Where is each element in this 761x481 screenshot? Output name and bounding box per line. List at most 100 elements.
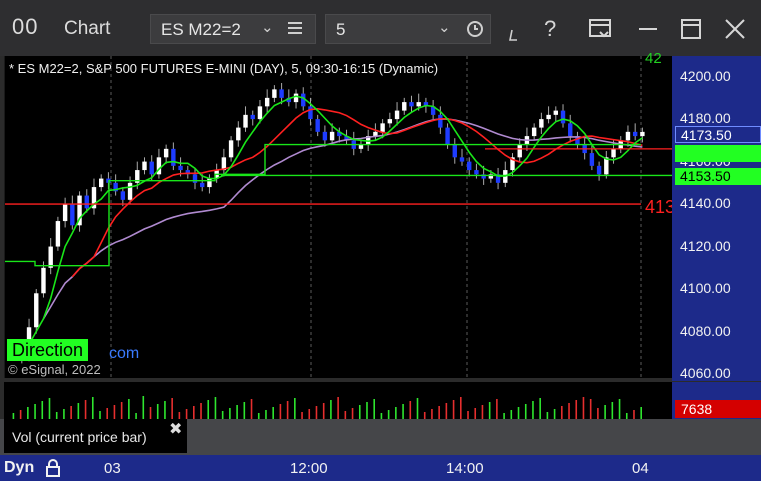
candle-body xyxy=(142,161,147,171)
volume-value-badge: 7638 xyxy=(675,400,761,418)
time-tick-label: 03 xyxy=(104,460,121,477)
time-tick-label: 04 xyxy=(632,460,649,477)
volume-bar xyxy=(236,405,238,419)
candle-body xyxy=(48,246,53,268)
volume-bar xyxy=(294,398,296,419)
candle-body xyxy=(272,89,277,98)
volume-bar xyxy=(438,406,440,419)
candle-body xyxy=(243,114,248,128)
interval-value: 5 xyxy=(336,20,346,39)
volume-legend[interactable]: Vol (current price bar) ✖ xyxy=(4,419,187,453)
volume-bar xyxy=(395,407,397,419)
time-axis[interactable]: Dyn 03 12:00 14:00 04 xyxy=(0,455,761,481)
candle-body xyxy=(387,119,393,124)
green-line-badge: 4153.50 xyxy=(675,168,761,185)
candle-body xyxy=(171,148,176,166)
price-tick-label: 4120.00 xyxy=(680,237,731,254)
candle-body xyxy=(445,127,450,145)
volume-bar xyxy=(481,405,484,419)
candle-body xyxy=(98,178,104,188)
chart-window: 00 Chart ES M22=2 ⌄ 5 ⌄ ? * ES M22=2, S&… xyxy=(0,0,761,481)
candle-body xyxy=(163,148,169,158)
volume-bar xyxy=(106,408,109,419)
direction-link-tail[interactable]: com xyxy=(109,345,139,363)
close-icon[interactable] xyxy=(724,18,746,45)
candle-body xyxy=(409,102,414,107)
candle-body xyxy=(308,106,313,120)
volume-bar xyxy=(431,409,433,419)
candle-body xyxy=(236,127,241,141)
volume-bar xyxy=(315,406,318,419)
volume-bar xyxy=(633,410,635,419)
candle-body xyxy=(394,110,400,120)
candle-body xyxy=(531,127,537,137)
volume-bar xyxy=(373,399,376,419)
list-icon[interactable] xyxy=(287,19,303,42)
top-partial-label: 42 xyxy=(645,50,662,67)
volume-bar xyxy=(214,397,217,419)
lock-icon[interactable] xyxy=(44,458,62,481)
volume-bar xyxy=(337,397,339,419)
candle-body xyxy=(553,110,559,115)
volume-bar xyxy=(423,412,426,419)
volume-bar xyxy=(27,407,29,419)
candle-body xyxy=(149,161,154,175)
volume-bar xyxy=(618,399,621,419)
volume-pane[interactable] xyxy=(4,382,672,419)
candle-body xyxy=(228,140,234,158)
copyright-text: © eSignal, 2022 xyxy=(8,362,101,377)
candle-body xyxy=(34,293,39,328)
volume-bar xyxy=(568,403,570,419)
draw-tool-icon[interactable] xyxy=(509,28,519,47)
price-axis[interactable]: 4200.004180.004160.004140.004120.004100.… xyxy=(672,56,761,381)
maximize-icon[interactable] xyxy=(680,18,702,45)
candle-body xyxy=(127,182,133,200)
volume-bar xyxy=(330,400,332,419)
candle-body xyxy=(200,182,205,188)
layout-menu-icon[interactable] xyxy=(588,17,612,46)
volume-bar xyxy=(250,399,253,419)
volume-bar xyxy=(70,406,72,419)
chart-description: * ES M22=2, S&P 500 FUTURES E-MINI (DAY)… xyxy=(9,61,439,76)
volume-bar xyxy=(272,407,274,419)
minimize-icon[interactable] xyxy=(637,18,659,45)
chevron-down-icon[interactable]: ⌄ xyxy=(261,18,274,36)
volume-bar xyxy=(164,401,166,419)
volume-bar xyxy=(524,404,527,419)
candle-body xyxy=(279,89,284,98)
price-tick-label: 4080.00 xyxy=(680,322,731,339)
dynamic-mode-label[interactable]: Dyn xyxy=(4,459,34,477)
candle-body xyxy=(560,110,566,124)
volume-bar xyxy=(582,397,585,419)
volume-bar xyxy=(604,405,606,419)
volume-bar xyxy=(34,404,36,419)
candle-body xyxy=(459,157,465,162)
candle-body xyxy=(438,114,443,128)
direction-label[interactable]: Direction xyxy=(7,339,89,361)
candle-body xyxy=(257,106,263,120)
price-chart-canvas[interactable] xyxy=(5,56,673,378)
candle-body xyxy=(517,144,522,158)
volume-bar xyxy=(553,409,556,419)
time-tick-label: 14:00 xyxy=(446,460,484,477)
volume-canvas[interactable] xyxy=(4,382,672,419)
symbol-selector[interactable]: ES M22=2 ⌄ xyxy=(150,14,316,44)
volume-bar xyxy=(496,399,498,419)
interval-selector[interactable]: 5 ⌄ xyxy=(325,14,491,44)
volume-bar xyxy=(532,401,534,419)
volume-bar xyxy=(301,412,303,419)
candle-body xyxy=(192,174,198,183)
close-study-icon[interactable]: ✖ xyxy=(169,419,182,439)
clock-icon[interactable] xyxy=(466,20,484,43)
volume-bar xyxy=(128,399,130,419)
red-line-label: 413 xyxy=(645,197,676,217)
chevron-down-icon[interactable]: ⌄ xyxy=(438,18,451,36)
volume-bar xyxy=(589,399,592,419)
candle-body xyxy=(640,131,645,137)
candle-body xyxy=(611,148,616,158)
volume-bar xyxy=(84,400,87,419)
volume-bar xyxy=(517,407,520,419)
price-chart-area[interactable]: * ES M22=2, S&P 500 FUTURES E-MINI (DAY)… xyxy=(4,50,676,378)
volume-bar xyxy=(156,404,159,419)
help-icon[interactable]: ? xyxy=(544,16,556,42)
